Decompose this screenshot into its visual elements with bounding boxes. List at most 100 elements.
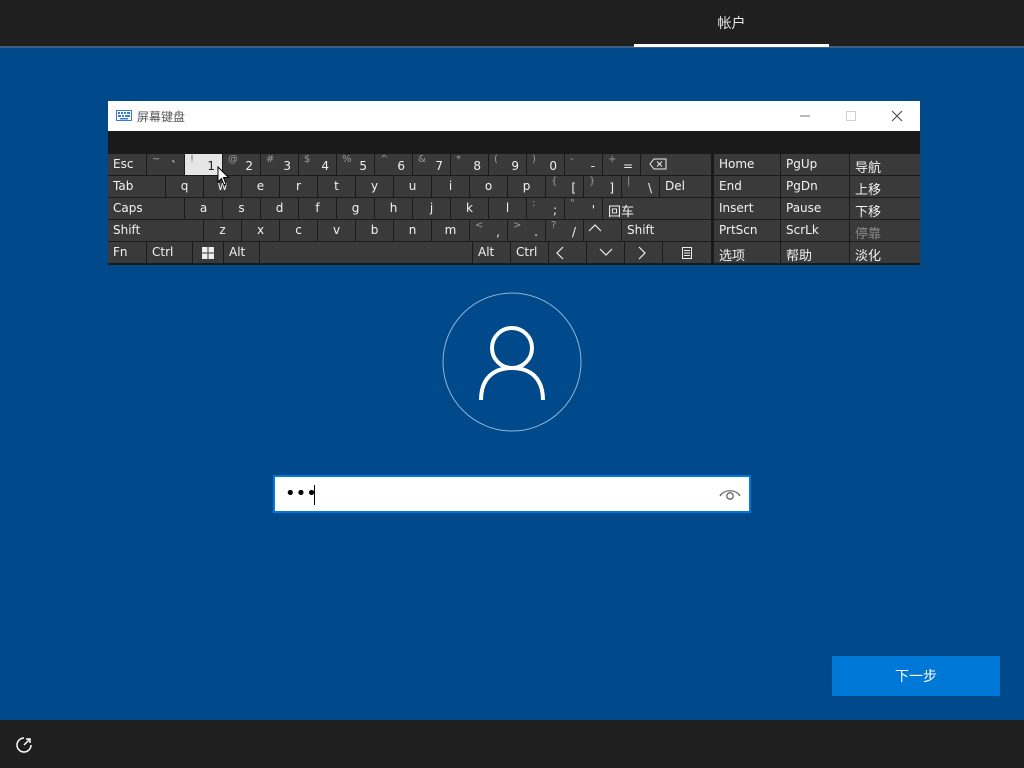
key-down[interactable] <box>587 242 624 263</box>
key-semicolon[interactable]: :; <box>527 198 564 219</box>
key-x[interactable]: x <box>242 220 279 241</box>
key-lctrl[interactable]: Ctrl <box>147 242 192 263</box>
ease-of-access-icon[interactable] <box>14 735 34 755</box>
key-r[interactable]: r <box>280 176 317 197</box>
key-space[interactable] <box>260 242 472 263</box>
key-t[interactable]: t <box>318 176 355 197</box>
key-q[interactable]: q <box>166 176 203 197</box>
key-tab[interactable]: Tab <box>108 176 165 197</box>
key-move-up[interactable]: 上移 <box>850 176 920 197</box>
key-lalt[interactable]: Alt <box>224 242 259 263</box>
key-dock[interactable]: 停靠 <box>850 220 920 241</box>
key-a[interactable]: a <box>185 198 222 219</box>
key-del[interactable]: Del <box>660 176 711 197</box>
key-d[interactable]: d <box>261 198 298 219</box>
key-comma[interactable]: <, <box>470 220 507 241</box>
top-bar-divider <box>0 46 1024 48</box>
key-backtick[interactable]: ~ ` <box>147 154 184 175</box>
key-0[interactable]: ) 0 <box>527 154 564 175</box>
key-caps[interactable]: Caps <box>108 198 184 219</box>
key-n[interactable]: n <box>394 220 431 241</box>
password-input[interactable]: ••• <box>273 475 751 513</box>
key-o[interactable]: o <box>470 176 507 197</box>
key-z[interactable]: z <box>204 220 241 241</box>
key-label: Insert <box>719 201 754 215</box>
key-8[interactable]: * 8 <box>451 154 488 175</box>
key-home[interactable]: Home <box>714 154 780 175</box>
key-navigation[interactable]: 导航 <box>850 154 920 175</box>
key-backslash[interactable]: | \ <box>622 176 659 197</box>
key-equals[interactable]: + = <box>603 154 640 175</box>
user-avatar-icon <box>442 292 582 432</box>
key-v[interactable]: v <box>318 220 355 241</box>
key-k[interactable]: k <box>451 198 488 219</box>
key-9[interactable]: (9 <box>489 154 526 175</box>
key-b[interactable]: b <box>356 220 393 241</box>
key-up[interactable] <box>584 220 621 241</box>
key-j[interactable]: j <box>413 198 450 219</box>
key-right[interactable] <box>625 242 662 263</box>
key-move-down[interactable]: 下移 <box>850 198 920 219</box>
key-prtscn[interactable]: PrtScn <box>714 220 780 241</box>
osk-titlebar[interactable]: 屏幕键盘 <box>108 101 920 131</box>
key-e[interactable]: e <box>242 176 279 197</box>
key-l[interactable]: l <box>489 198 526 219</box>
key-4[interactable]: $4 <box>299 154 336 175</box>
key-backspace[interactable] <box>641 154 711 175</box>
key-label: 回车 <box>608 205 635 219</box>
key-label: j <box>429 201 434 215</box>
key-win[interactable] <box>193 242 223 263</box>
key-c[interactable]: c <box>280 220 317 241</box>
key-rctrl[interactable]: Ctrl <box>511 242 548 263</box>
key-label: Caps <box>113 201 143 215</box>
key-esc[interactable]: Esc <box>108 154 146 175</box>
minimize-button[interactable] <box>782 101 828 131</box>
key-pause[interactable]: Pause <box>781 198 849 219</box>
key-help[interactable]: 帮助 <box>781 242 849 263</box>
key-slash[interactable]: ? / <box>546 220 583 241</box>
tab-account[interactable]: 帐户 <box>634 0 829 46</box>
key-scrlk[interactable]: ScrLk <box>781 220 849 241</box>
key-left[interactable] <box>549 242 586 263</box>
key-options[interactable]: 选项 <box>714 242 780 263</box>
key-end[interactable]: End <box>714 176 780 197</box>
key-m[interactable]: m <box>432 220 469 241</box>
key-i[interactable]: i <box>432 176 469 197</box>
key-menu[interactable] <box>663 242 711 263</box>
key-lshift[interactable]: Shift <box>108 220 203 241</box>
key-7[interactable]: & 7 <box>413 154 450 175</box>
key-pgdn[interactable]: PgDn <box>781 176 849 197</box>
close-button[interactable] <box>874 101 920 131</box>
key-u[interactable]: u <box>394 176 431 197</box>
key-label: 导航 <box>855 161 882 175</box>
reveal-password-eye-icon[interactable] <box>719 486 741 502</box>
key-y[interactable]: y <box>356 176 393 197</box>
key-s[interactable]: s <box>223 198 260 219</box>
key-label: l <box>505 201 510 215</box>
key-h[interactable]: h <box>375 198 412 219</box>
key-period[interactable]: >. <box>508 220 545 241</box>
key-quote[interactable]: " ' <box>565 198 602 219</box>
key-minus[interactable]: -- <box>565 154 602 175</box>
key-fn[interactable]: Fn <box>108 242 146 263</box>
key-fade[interactable]: 淡化 <box>850 242 920 263</box>
minimize-icon <box>800 115 810 117</box>
key-5[interactable]: % 5 <box>337 154 374 175</box>
key-label: 上移 <box>855 183 882 197</box>
next-button[interactable]: 下一步 <box>832 656 1000 696</box>
key-enter[interactable]: 回车 <box>603 198 711 219</box>
key-3[interactable]: #3 <box>261 154 298 175</box>
key-pgup[interactable]: PgUp <box>781 154 849 175</box>
key-label: c <box>295 223 302 237</box>
key-rshift[interactable]: Shift <box>622 220 711 241</box>
key-f[interactable]: f <box>299 198 336 219</box>
key-6[interactable]: ^ 6 <box>375 154 412 175</box>
key-rbracket[interactable]: }] <box>584 176 621 197</box>
key-p[interactable]: p <box>508 176 545 197</box>
key-g[interactable]: g <box>337 198 374 219</box>
maximize-button[interactable] <box>828 101 874 131</box>
key-shift-label: ~ <box>152 154 161 165</box>
key-insert[interactable]: Insert <box>714 198 780 219</box>
key-ralt[interactable]: Alt <box>473 242 510 263</box>
key-lbracket[interactable]: {[ <box>546 176 583 197</box>
